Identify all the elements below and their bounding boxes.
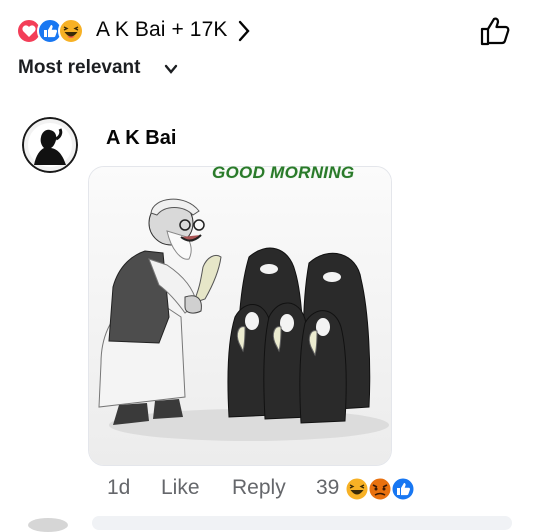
like-outline-icon[interactable] [478,14,512,48]
avatar[interactable] [22,117,78,173]
reactions-header[interactable]: A K Bai + 17K [0,0,540,58]
sort-selector[interactable]: Most relevant [0,55,540,85]
angry-icon [367,476,393,502]
like-icon [390,476,416,502]
next-comment-bubble [92,516,512,530]
sort-label[interactable]: Most relevant [18,57,140,79]
comment-actions: 1d Like Reply 39 [0,474,540,504]
image-caption: GOOD MORNING [212,163,355,182]
comment-image[interactable] [88,166,392,466]
illustration-image [89,167,391,465]
chevron-down-icon[interactable] [164,63,178,75]
comment-timestamp: 1d [107,476,131,499]
reply-button[interactable]: Reply [232,476,286,500]
haha-icon [58,18,84,44]
comment-author[interactable]: A K Bai [106,127,176,150]
reaction-icons [16,18,84,44]
chevron-right-icon[interactable] [236,19,252,43]
reaction-count[interactable]: 39 [316,476,339,500]
comment-reaction-icons[interactable] [344,476,420,502]
next-comment-avatar [28,518,68,532]
haha-icon [344,476,370,502]
reactions-summary[interactable]: A K Bai + 17K [96,18,227,42]
avatar-silhouette-icon [22,117,78,173]
like-button[interactable]: Like [161,476,200,500]
